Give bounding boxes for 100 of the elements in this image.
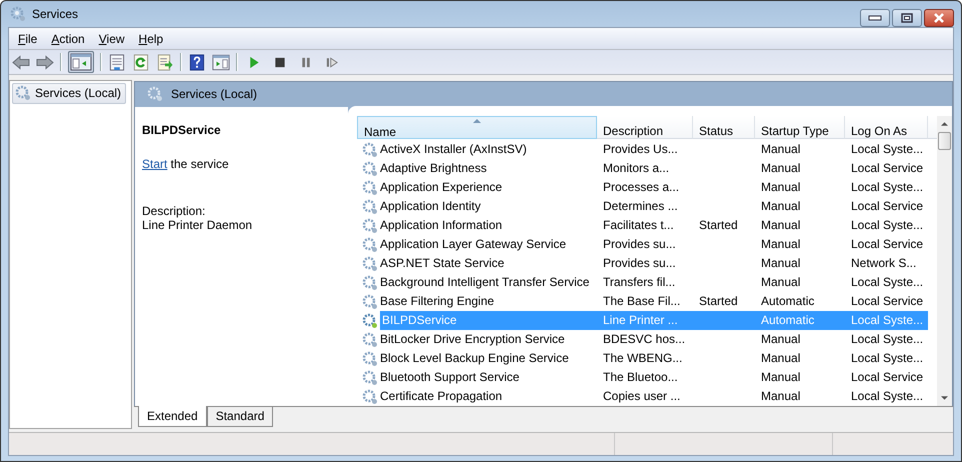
pane-title: Services (Local) — [171, 87, 258, 101]
table-cell-text: Local Service — [851, 236, 924, 253]
table-cell-text: Local Syste... — [851, 312, 924, 329]
table-cell-text: BitLocker Drive Encryption Service — [380, 331, 565, 348]
help-icon[interactable] — [188, 54, 206, 70]
view-tab[interactable]: Extended — [138, 406, 207, 427]
table-cell-text: Manual — [761, 217, 800, 234]
minimize-icon — [868, 15, 882, 21]
table-row[interactable]: Bluetooth Support Service The Bluetoo... Manual Local Service — [357, 368, 928, 387]
table-cell-text: Block Level Backup Engine Service — [380, 350, 569, 367]
table-cell-text: The Base Fil... — [603, 293, 680, 310]
table-row[interactable]: Background Intelligent Transfer Service Transfers fil... Manual Local Syste... — [357, 273, 928, 292]
gears-icon — [362, 370, 378, 386]
table-row[interactable]: Block Level Backup Engine Service The WBENG... Manual Local Syste... — [357, 349, 928, 368]
table-row[interactable]: Application Layer Gateway Service Provides su... Manual Local Service — [357, 235, 928, 254]
gears-icon — [362, 274, 378, 290]
window-title: Services — [32, 7, 78, 21]
table-row[interactable]: ActiveX Installer (AxInstSV) Provides Us... Manual Local Syste... — [357, 140, 928, 159]
scroll-thumb[interactable] — [938, 132, 951, 150]
refresh-icon[interactable] — [132, 54, 150, 70]
column-title: Log On As — [851, 124, 908, 138]
table-cell-text: Provides su... — [603, 236, 676, 253]
table-cell-text: Manual — [761, 198, 800, 215]
menu-item[interactable]: Help — [134, 32, 172, 46]
table-cell-text: The WBENG... — [603, 350, 682, 367]
view-tab[interactable]: Standard — [206, 407, 274, 427]
table-row[interactable]: ASP.NET State Service Provides su... Manual Network S... — [357, 254, 928, 273]
gears-icon — [362, 294, 378, 310]
start-link[interactable]: Start — [142, 157, 168, 171]
gears-icon — [147, 86, 163, 102]
tree-item[interactable]: Services (Local) — [12, 83, 126, 104]
table-row[interactable]: Application Experience Processes a... Manual Local Syste... — [357, 178, 928, 197]
console-tree-icon[interactable] — [68, 51, 94, 73]
close-button[interactable] — [924, 9, 954, 27]
table-cell-text: Local Syste... — [851, 388, 924, 405]
menu-item[interactable]: Action — [46, 32, 94, 46]
menu-item[interactable]: View — [94, 32, 134, 46]
play-icon[interactable] — [248, 56, 260, 68]
menu-item[interactable]: File — [13, 32, 46, 46]
table-cell-text: Manual — [761, 369, 800, 386]
table-cell-text: Local Syste... — [851, 217, 924, 234]
export-list-icon[interactable] — [156, 54, 174, 70]
minimize-button[interactable] — [860, 9, 890, 27]
stop-icon[interactable] — [274, 56, 286, 68]
column-title: Startup Type — [761, 124, 829, 138]
table-row[interactable]: Application Identity Determines ... Manual Local Service — [357, 197, 928, 216]
table-cell-text: ActiveX Installer (AxInstSV) — [380, 141, 527, 158]
table-row[interactable]: BitLocker Drive Encryption Service BDESVC hos... Manual Local Syste... — [357, 330, 928, 349]
table-cell-text: Base Filtering Engine — [380, 293, 494, 310]
table-cell-text: Certificate Propagation — [380, 388, 502, 405]
maximize-button[interactable] — [892, 9, 922, 27]
table-cell-text: Local Syste... — [851, 141, 924, 158]
table-row[interactable]: Adaptive Brightness Monitors a... Manual Local Service — [357, 159, 928, 178]
scroll-down-icon[interactable] — [941, 396, 948, 400]
gears-icon — [362, 312, 378, 328]
table-cell-text: Manual — [761, 236, 800, 253]
table-cell-text: Application Layer Gateway Service — [380, 236, 566, 253]
gears-icon — [362, 160, 378, 176]
table-cell-text: Manual — [761, 179, 800, 196]
table-cell-text: Provides Us... — [603, 141, 678, 158]
table-row[interactable]: Application Information Facilitates t... Started Manual Local Syste... — [357, 216, 928, 235]
resume-icon[interactable] — [326, 56, 338, 68]
gears-icon — [362, 256, 378, 272]
sort-arrow-icon — [473, 119, 481, 123]
gears-icon — [362, 388, 378, 404]
table-row[interactable]: Base Filtering Engine The Base Fil... Started Automatic Local Service — [357, 292, 928, 311]
column-title: Status — [699, 124, 734, 138]
column-header[interactable]: Status — [693, 116, 755, 139]
table-cell-text: Line Printer ... — [603, 312, 678, 329]
table-cell-text: Determines ... — [603, 198, 678, 215]
table-row[interactable]: Certificate Propagation Copies user ... Manual Local Syste... — [357, 387, 928, 406]
column-header[interactable]: Description — [597, 116, 693, 139]
table-cell-text: Background Intelligent Transfer Service — [380, 274, 590, 291]
service-name: BILPDService — [142, 123, 222, 137]
forward-icon[interactable] — [36, 54, 54, 70]
table-cell-text: Local Service — [851, 198, 924, 215]
table-cell-text: Local Syste... — [851, 350, 924, 367]
table-cell-text: Application Information — [380, 217, 502, 234]
column-header[interactable]: Startup Type — [755, 116, 845, 139]
table-cell-text: Local Service — [851, 293, 924, 310]
table-cell-text: Processes a... — [603, 179, 680, 196]
scroll-up-icon[interactable] — [941, 122, 948, 126]
table-cell-text: Started — [699, 293, 738, 310]
table-cell-text: BDESVC hos... — [603, 331, 686, 348]
description-label: Description: — [142, 204, 206, 218]
gears-icon — [362, 332, 378, 348]
table-cell-text: Transfers fil... — [603, 274, 676, 291]
vertical-scrollbar[interactable] — [937, 116, 952, 406]
table-cell-text: Manual — [761, 160, 800, 177]
column-header[interactable]: Name — [357, 116, 597, 139]
back-icon[interactable] — [12, 54, 30, 70]
tree-label: Services (Local) — [35, 86, 122, 100]
table-cell-text: Automatic — [761, 293, 814, 310]
properties-icon[interactable] — [108, 54, 126, 70]
gears-icon — [362, 180, 378, 196]
gears-icon — [362, 198, 378, 214]
table-cell-text: Manual — [761, 141, 800, 158]
pause-icon[interactable] — [300, 56, 312, 68]
column-header[interactable]: Log On As — [845, 116, 928, 139]
action-pane-icon[interactable] — [212, 54, 230, 70]
